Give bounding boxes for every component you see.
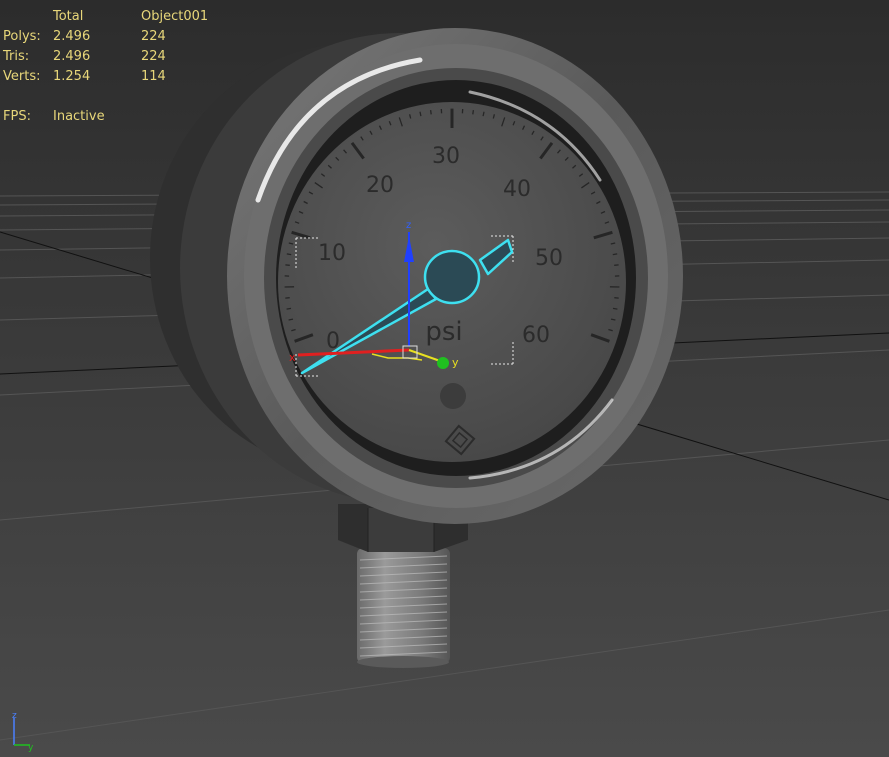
dial-minor-tick [419,111,422,117]
gauge-stem [357,548,450,668]
dial-minor-tick [286,253,292,256]
dial-minor-tick [610,318,616,321]
dial-minor-tick [286,307,292,310]
dial-label-30: 30 [432,144,460,169]
dial-label-10: 10 [318,241,346,266]
dial-label-60: 60 [522,323,550,348]
dial-minor-tick [612,307,618,310]
viewport-scene[interactable]: 0 10 20 30 40 50 60 psi x y z [0,0,889,757]
dial-label-50: 50 [535,246,563,271]
dial-minor-tick [429,110,432,115]
viewport[interactable]: 0 10 20 30 40 50 60 psi x y z Total Obje… [0,0,889,757]
gizmo-x-label: x [289,351,296,364]
unit-label: psi [425,317,462,347]
dial-minor-tick [482,111,485,117]
gizmo-y-label: y [452,356,459,369]
view-axis-tripod: z y [12,711,34,753]
dial-minor-tick [612,253,618,256]
dial-label-20: 20 [366,173,394,198]
view-axis-y-label: y [28,743,34,753]
dial-label-40: 40 [503,177,531,202]
dial-screw-hole [440,383,466,409]
view-axis-z-label: z [12,711,17,721]
dial-minor-tick [288,318,294,321]
gizmo-z-label: z [406,220,411,231]
dial-minor-tick [472,110,475,115]
gizmo-y-handle[interactable] [437,357,449,369]
